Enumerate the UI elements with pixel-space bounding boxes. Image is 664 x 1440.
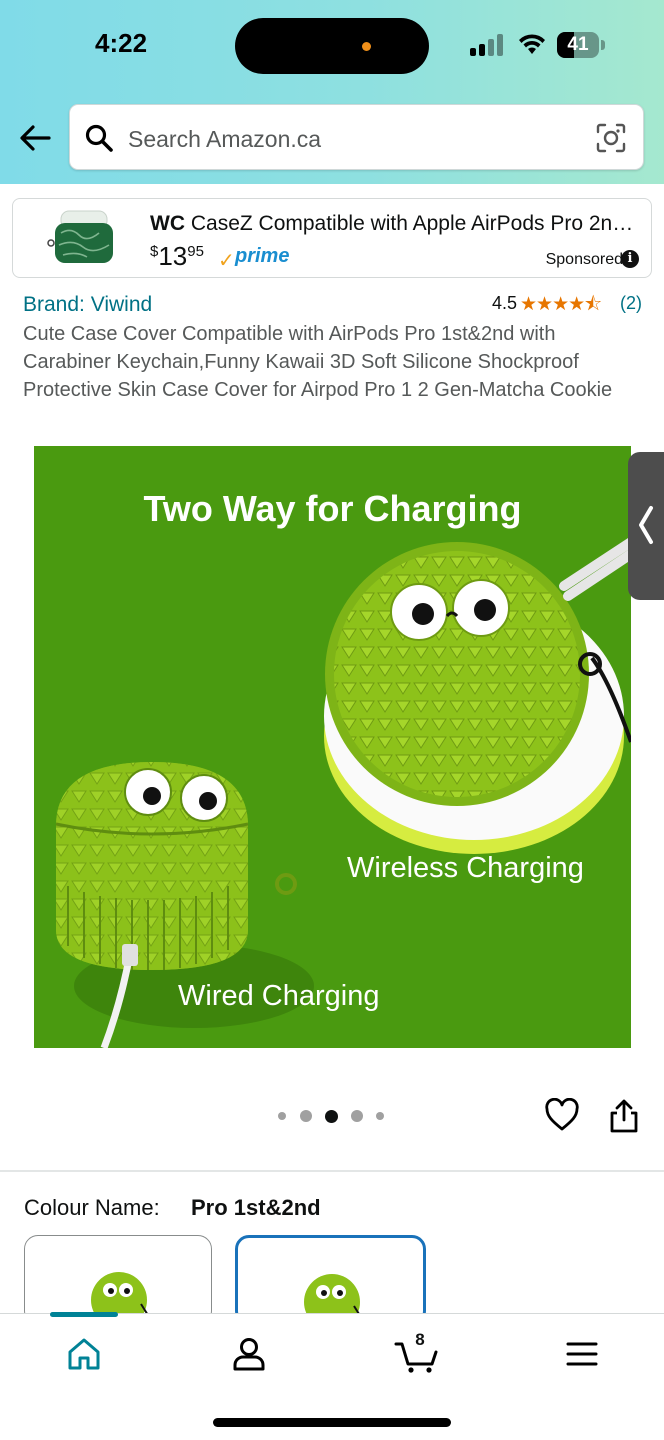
cellular-signal-icon bbox=[470, 34, 506, 56]
info-icon[interactable]: i bbox=[621, 250, 639, 268]
app-header: 4:22 41 Search Amazon.ca bbox=[0, 0, 664, 184]
carousel-dots[interactable] bbox=[278, 1108, 388, 1124]
heart-icon[interactable] bbox=[544, 1098, 580, 1132]
carousel-dot[interactable] bbox=[351, 1110, 363, 1122]
privacy-indicator-dot bbox=[362, 42, 371, 51]
share-icon[interactable] bbox=[607, 1098, 641, 1134]
product-illustration bbox=[55, 537, 631, 1048]
home-icon[interactable] bbox=[64, 1334, 104, 1374]
status-time: 4:22 bbox=[95, 28, 148, 58]
side-panel-tab[interactable] bbox=[628, 452, 664, 600]
cart-count-badge: 8 bbox=[415, 1330, 425, 1349]
battery-icon: 41 bbox=[557, 32, 605, 58]
carousel-dot-active[interactable] bbox=[325, 1109, 338, 1123]
active-tab-indicator bbox=[50, 1312, 118, 1317]
colour-value: Pro 1st&2nd bbox=[191, 1195, 321, 1220]
colour-label: Colour Name: bbox=[24, 1195, 160, 1220]
search-icon bbox=[85, 124, 113, 152]
prime-check-icon: ✓ bbox=[218, 250, 235, 272]
section-divider bbox=[0, 1170, 664, 1172]
image-label-wireless: Wireless Charging bbox=[347, 852, 584, 884]
rating-value: 4.5 bbox=[492, 293, 518, 313]
ad-title-text: CaseZ Compatible with Apple AirPods Pro … bbox=[190, 212, 640, 235]
product-title: Cute Case Cover Compatible with AirPods … bbox=[23, 323, 613, 401]
dynamic-island bbox=[235, 18, 429, 74]
colour-swatch-selected[interactable] bbox=[235, 1235, 426, 1325]
ad-brand: WC bbox=[150, 212, 185, 235]
search-input[interactable]: Search Amazon.ca bbox=[69, 104, 644, 170]
carousel-dot[interactable] bbox=[278, 1112, 286, 1120]
star-rating[interactable]: ★★★★⯪ bbox=[520, 290, 602, 322]
star-icons: ★★★★⯪ bbox=[520, 294, 602, 315]
rating-count-link[interactable]: (2) bbox=[620, 293, 642, 314]
back-arrow-icon[interactable] bbox=[17, 120, 53, 156]
sponsored-ad-banner[interactable]: WC CaseZ Compatible with Apple AirPods P… bbox=[12, 198, 652, 278]
prime-badge: prime bbox=[235, 245, 290, 267]
camera-lens-icon[interactable] bbox=[595, 122, 627, 154]
search-placeholder: Search Amazon.ca bbox=[128, 126, 322, 152]
image-label-wired: Wired Charging bbox=[178, 980, 380, 1012]
chevron-left-icon bbox=[639, 506, 653, 544]
battery-percent: 41 bbox=[567, 34, 589, 55]
sponsored-label: Sponsored bbox=[545, 251, 623, 268]
home-indicator bbox=[213, 1418, 451, 1427]
image-heading: Two Way for Charging bbox=[143, 488, 522, 529]
ad-product-thumbnail bbox=[47, 210, 113, 263]
menu-icon[interactable] bbox=[562, 1334, 602, 1374]
product-image[interactable]: Two Way for Charging Wireless Charging W… bbox=[34, 446, 631, 1048]
brand-link[interactable]: Brand: Viwind bbox=[23, 293, 152, 317]
account-icon[interactable] bbox=[229, 1334, 269, 1374]
ad-title[interactable]: WC CaseZ Compatible with Apple AirPods P… bbox=[150, 212, 640, 236]
ad-price: $1395 bbox=[150, 241, 204, 271]
carousel-dot[interactable] bbox=[376, 1112, 384, 1120]
wifi-icon bbox=[519, 34, 545, 54]
carousel-dot[interactable] bbox=[300, 1110, 312, 1122]
